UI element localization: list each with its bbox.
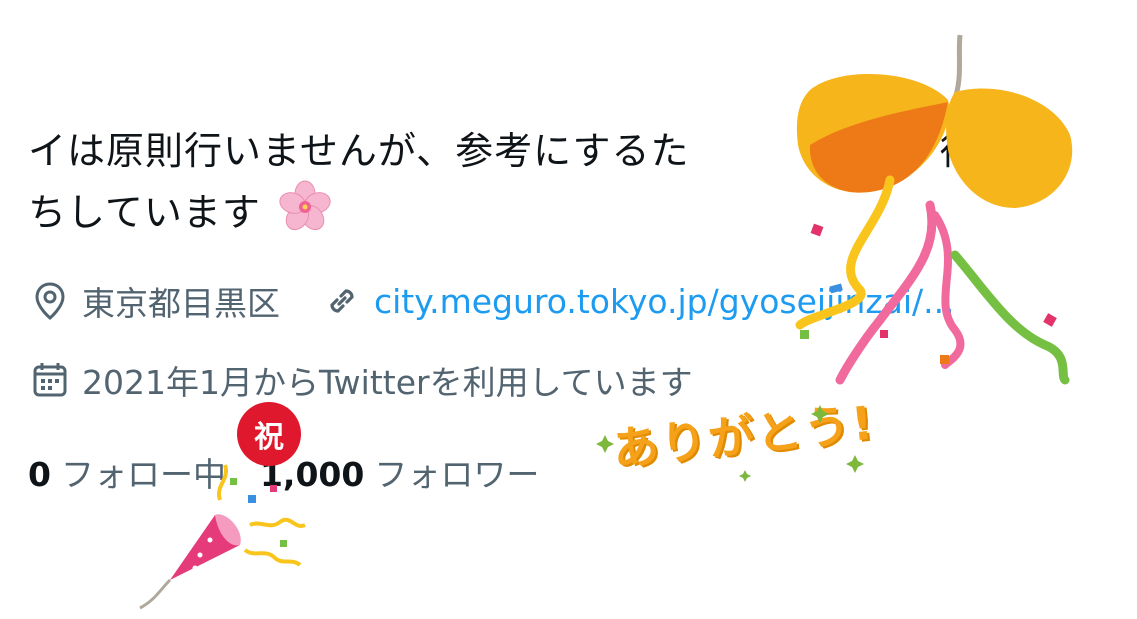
profile-meta-joined-row: 2021年1月からTwitterを利用しています [28,356,693,404]
link-icon [320,279,364,323]
celebrate-badge: 祝 [240,405,298,463]
profile-bio: イは原則行いませんが、参考にするた 待 ちしています [28,122,1118,250]
profile-meta-location-row: 東京都目黒区 city.meguro.tokyo.jp/gyoseijinzai… [28,277,955,325]
followers-label: フォロワー [374,455,540,494]
following-link[interactable]: 0 フォロー中 [28,448,226,496]
calendar-icon [28,358,72,402]
profile-joined-date: 2021年1月からTwitterを利用しています [82,363,693,402]
cherry-blossom-icon [278,180,332,250]
bio-line-1: イは原則行いませんが、参考にするた [28,129,690,173]
profile-website-link[interactable]: city.meguro.tokyo.jp/gyoseijinzai/... [374,282,955,321]
followers-link[interactable]: 1,000 フォロワー [260,448,539,496]
following-count: 0 [28,455,51,494]
location-pin-icon [28,279,72,323]
following-label: フォロー中 [60,455,226,494]
profile-location: 東京都目黒区 [82,284,280,323]
bio-line-2: ちしています [28,190,261,235]
bio-line-1-tail: 待 [939,129,979,173]
